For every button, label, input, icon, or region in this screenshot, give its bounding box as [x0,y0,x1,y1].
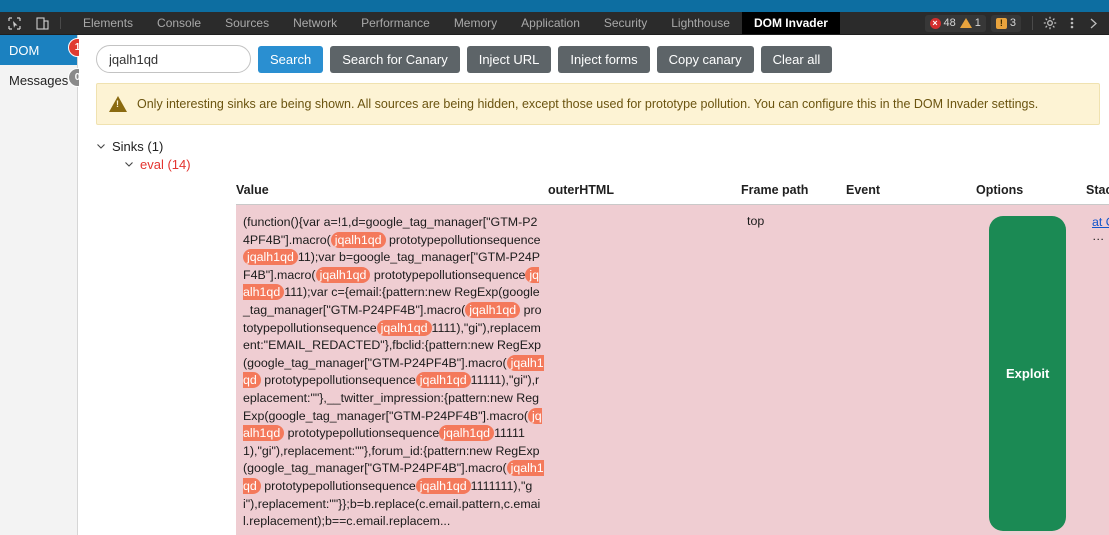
tree-row-eval[interactable]: eval (14) [96,155,1109,173]
copy-canary-button[interactable]: Copy canary [656,45,754,73]
stack-trace-link[interactable]: at Object.vMXlc [1092,215,1109,229]
error-count: 48 [943,17,956,29]
canary-highlight: jqalh1qd [415,372,471,389]
sidebar-item-dom[interactable]: DOM 1 [0,35,87,65]
canary-highlight: jqalh1qd [439,425,495,442]
dom-invader-sidebar: DOM 1 Messages 0 [0,35,87,535]
error-icon: × [929,17,941,29]
warning-count: 1 [974,17,981,29]
tab-dom-invader[interactable]: DOM Invader [741,12,840,34]
tree-label-eval: eval (14) [140,156,191,172]
kebab-menu-icon[interactable] [1061,16,1083,30]
devtools-tab-bar: Elements Console Sources Network Perform… [0,12,1109,35]
inspect-element-icon[interactable] [0,12,28,34]
canary-highlight: jqalh1qd [415,477,471,494]
canary-highlight: jqalh1qd [330,231,386,248]
tab-security[interactable]: Security [592,12,659,34]
sidebar-item-messages-label: Messages [9,72,69,88]
dom-invader-content: Search Search for Canary Inject URL Inje… [79,35,1109,535]
canary-highlight: jqalh1qd [243,407,542,442]
tab-performance[interactable]: Performance [349,12,442,34]
canary-highlight: jqalh1qd [315,266,371,283]
column-header-outerhtml: outerHTML [548,183,614,197]
error-warning-counters[interactable]: × 48 1 [924,14,986,32]
tab-application[interactable]: Application [509,12,592,34]
canary-highlight: jqalh1qd [243,249,298,266]
warning-counter[interactable]: 1 [959,17,981,29]
sinks-table: Value outerHTML Frame path Event Options… [236,183,1109,535]
canary-highlight: jqalh1qd [243,354,544,389]
cell-outerhtml [548,205,741,535]
cell-stack-trace: at Object.vMXlc … [1086,205,1109,535]
sidebar-item-dom-label: DOM [9,42,40,58]
table-header-row: Value outerHTML Frame path Event Options… [236,183,1109,205]
sinks-tree: Sinks (1) eval (14) [79,125,1109,173]
settings-info-banner: Only interesting sinks are being shown. … [96,83,1100,125]
close-panel-icon[interactable] [1083,18,1105,29]
table-row[interactable]: (function(){var a=!1,d=google_tag_manage… [236,205,1109,535]
cell-event [846,205,976,535]
page-header-ghost-text: RULLA L [300,0,584,9]
canary-highlight: jqalh1qd [465,301,521,318]
info-counter-inner: ! 3 [995,17,1016,29]
inject-forms-button[interactable]: Inject forms [558,45,650,73]
info-icon: ! [995,17,1007,29]
search-button[interactable]: Search [258,45,324,73]
dom-invader-toolbar: Search Search for Canary Inject URL Inje… [79,35,1109,83]
sidebar-item-messages[interactable]: Messages 0 [0,65,87,95]
tab-elements[interactable]: Elements [71,12,145,34]
column-header-options: Options [976,183,1024,197]
column-header-value: Value [236,183,269,197]
canary-highlight: jqalh1qd [376,319,432,336]
devtools-tabs: Elements Console Sources Network Perform… [71,12,840,34]
cell-frame-path: top [747,214,765,228]
device-toolbar-icon[interactable] [28,12,56,34]
tab-network[interactable]: Network [281,12,349,34]
cell-options: Exploit [976,205,1086,535]
dom-invader-panel: DOM 1 Messages 0 Search Search for Canar… [0,35,1109,535]
tab-sources[interactable]: Sources [213,12,281,34]
exploit-button[interactable]: Exploit [989,216,1067,531]
tab-console[interactable]: Console [145,12,213,34]
column-header-event: Event [846,183,881,197]
tab-lighthouse[interactable]: Lighthouse [659,12,742,34]
info-counter[interactable]: ! 3 [990,14,1021,32]
canary-highlight: jqalh1qd [243,460,544,494]
clear-all-button[interactable]: Clear all [760,45,833,73]
warning-icon [959,18,972,28]
tree-row-sinks[interactable]: Sinks (1) [96,137,1109,155]
status-divider [1032,16,1033,30]
banner-text: Only interesting sinks are being shown. … [137,97,1039,111]
inject-url-button[interactable]: Inject URL [466,45,552,73]
cell-value[interactable]: (function(){var a=!1,d=google_tag_manage… [236,205,548,535]
toolbar-divider [60,17,61,29]
tree-label-sinks: Sinks (1) [112,138,164,154]
truncated-page-header: RULLA L [0,0,1109,12]
gear-icon[interactable] [1039,16,1061,30]
search-input[interactable] [96,45,251,73]
warning-triangle-icon [109,96,127,112]
column-header-frame-path: Frame path [741,183,809,197]
info-count: 3 [1009,17,1016,29]
column-header-stack-trace: Stack Trace [1086,183,1109,197]
tab-memory[interactable]: Memory [442,12,509,34]
devtools-status-area: × 48 1 ! 3 [924,12,1109,34]
search-for-canary-button[interactable]: Search for Canary [330,45,460,73]
stack-trace-ellipsis: … [1092,229,1105,243]
error-counter[interactable]: × 48 [929,17,956,29]
chevron-down-icon[interactable] [124,159,134,169]
chevron-down-icon[interactable] [96,141,106,151]
canary-highlight: jqalh1qd [243,266,540,301]
